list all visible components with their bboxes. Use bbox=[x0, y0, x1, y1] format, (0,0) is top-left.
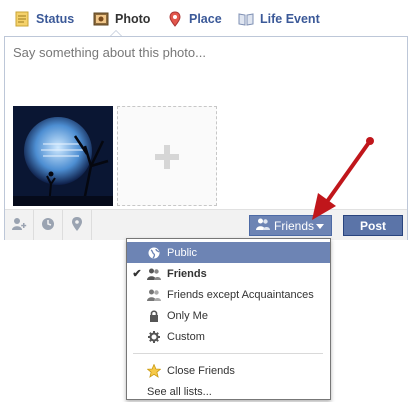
plus-icon bbox=[155, 145, 179, 169]
tab-life-event[interactable]: Life Event bbox=[238, 8, 320, 30]
menu-item-friends-except-acquaintances[interactable]: Friends except Acquaintances bbox=[127, 284, 330, 305]
tag-people-button[interactable] bbox=[5, 210, 34, 240]
friends-except-icon bbox=[147, 288, 161, 302]
menu-item-label: Custom bbox=[167, 330, 205, 343]
menu-item-label: Friends bbox=[167, 267, 207, 280]
tab-photo[interactable]: Photo bbox=[93, 8, 150, 30]
tab-place[interactable]: Place bbox=[167, 8, 222, 30]
tab-label: Status bbox=[36, 12, 75, 26]
menu-item-only-me[interactable]: Only Me bbox=[127, 305, 330, 326]
add-location-button[interactable] bbox=[63, 210, 92, 240]
friends-icon bbox=[256, 218, 270, 233]
menu-item-label: Only Me bbox=[167, 309, 208, 322]
menu-divider bbox=[133, 353, 323, 354]
see-all-lists-link[interactable]: See all lists... bbox=[127, 381, 330, 402]
tab-label: Photo bbox=[115, 12, 151, 26]
post-button[interactable]: Post bbox=[343, 215, 403, 236]
menu-item-label: Public bbox=[167, 246, 197, 259]
lock-icon bbox=[147, 309, 161, 323]
photo-icon bbox=[93, 11, 109, 27]
gear-icon bbox=[147, 330, 161, 344]
menu-item-custom[interactable]: Custom bbox=[127, 326, 330, 347]
audience-selector-button[interactable]: Friends bbox=[249, 215, 332, 236]
menu-item-label: See all lists... bbox=[147, 385, 212, 398]
menu-item-friends[interactable]: ✔ Friends bbox=[127, 263, 330, 284]
star-icon bbox=[147, 363, 161, 378]
menu-item-close-friends[interactable]: Close Friends bbox=[127, 360, 330, 381]
menu-item-label: Friends except Acquaintances bbox=[167, 288, 314, 301]
audience-menu: Public ✔ Friends Friends except Acquaint… bbox=[126, 238, 331, 400]
uploaded-photo-thumbnail[interactable] bbox=[13, 106, 113, 206]
tab-label: Life Event bbox=[260, 12, 320, 26]
add-date-button[interactable] bbox=[34, 210, 63, 240]
location-pin-icon bbox=[71, 216, 83, 234]
tag-people-icon bbox=[11, 217, 27, 234]
tab-label: Place bbox=[189, 12, 222, 26]
checkmark-icon: ✔ bbox=[132, 268, 142, 280]
friends-icon bbox=[147, 267, 161, 281]
life-event-icon bbox=[238, 11, 254, 27]
add-photo-button[interactable] bbox=[117, 106, 217, 206]
composer-tabs: Status Photo Place Life Event bbox=[0, 0, 411, 37]
menu-item-label: Close Friends bbox=[167, 364, 235, 377]
place-icon bbox=[167, 11, 183, 27]
status-icon bbox=[14, 11, 30, 27]
globe-icon bbox=[147, 246, 161, 260]
status-input[interactable]: Say something about this photo... bbox=[13, 45, 206, 60]
clock-icon bbox=[41, 217, 55, 234]
tab-status[interactable]: Status bbox=[14, 8, 74, 30]
audience-label: Friends bbox=[274, 218, 315, 233]
menu-item-public[interactable]: Public bbox=[127, 242, 330, 263]
chevron-down-icon bbox=[316, 224, 324, 229]
photo-composer: Say something about this photo... Friend… bbox=[4, 36, 408, 240]
